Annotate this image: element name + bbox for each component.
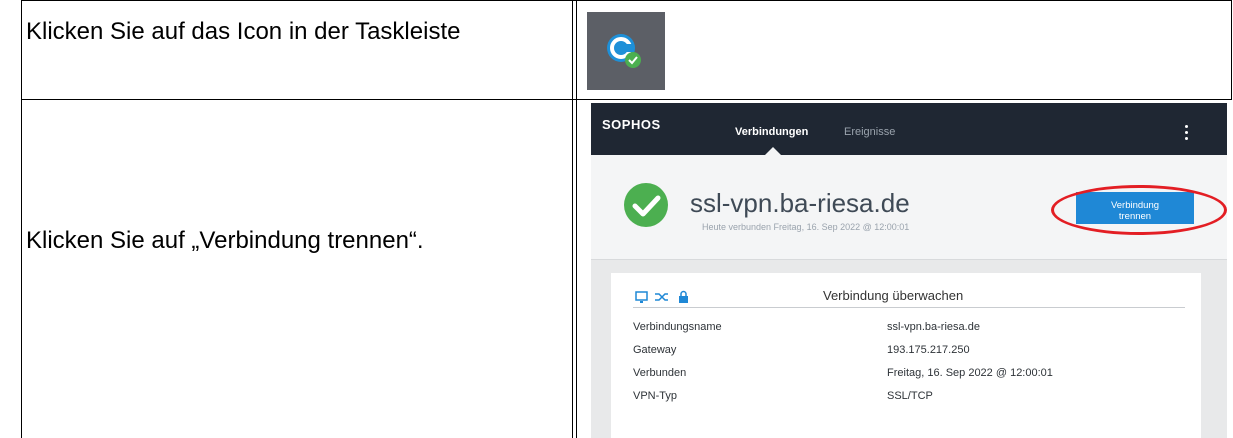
detail-label-gateway: Gateway (633, 344, 677, 356)
green-check-icon (624, 183, 668, 227)
taskbar-area (587, 12, 665, 90)
active-tab-indicator (765, 147, 781, 155)
sophos-logo: SOPHOS (602, 117, 661, 132)
sophos-connect-window: SOPHOS Verbindungen Ereignisse ssl-vpn.b… (591, 103, 1227, 438)
more-vertical-icon[interactable] (1185, 125, 1188, 143)
table-border-divider-2 (576, 0, 577, 438)
lock-icon (679, 290, 688, 303)
shuffle-icon (655, 293, 668, 301)
panel-icons (635, 290, 688, 303)
table-border-right (1231, 0, 1232, 100)
detail-value-connected: Freitag, 16. Sep 2022 @ 12:00:01 (887, 367, 1053, 379)
instruction-step-1: Klicken Sie auf das Icon in der Taskleis… (26, 18, 461, 45)
table-border-left (21, 0, 22, 438)
detail-value-gateway: 193.175.217.250 (887, 344, 970, 356)
sophos-connect-tray-icon[interactable] (603, 30, 647, 74)
monitor-title: Verbindung überwachen (823, 288, 964, 303)
app-header: SOPHOS Verbindungen Ereignisse (591, 103, 1227, 155)
connection-monitor-panel: Verbindung überwachen Verbindungsname ss… (611, 273, 1201, 438)
tab-verbindungen[interactable]: Verbindungen (735, 126, 808, 138)
detail-value-vpn-type: SSL/TCP (887, 390, 933, 402)
detail-label-vpn-type: VPN-Typ (633, 390, 678, 402)
detail-value-name: ssl-vpn.ba-riesa.de (887, 321, 980, 333)
table-border-top (21, 0, 1232, 1)
highlight-ellipse (1051, 185, 1227, 235)
detail-label-name: Verbindungsname (633, 321, 722, 333)
monitor-icon (635, 291, 648, 303)
instruction-step-2: Klicken Sie auf „Verbindung trennen“. (26, 227, 424, 254)
detail-label-connected: Verbunden (633, 367, 687, 379)
connection-summary: ssl-vpn.ba-riesa.de Heute verbunden Frei… (591, 155, 1227, 260)
tab-ereignisse[interactable]: Ereignisse (844, 126, 895, 138)
divider (633, 307, 1185, 308)
table-border-divider-1 (572, 0, 573, 438)
connection-status-line: Heute verbunden Freitag, 16. Sep 2022 @ … (702, 222, 910, 232)
table-border-middle (21, 99, 1232, 100)
connection-hostname: ssl-vpn.ba-riesa.de (690, 188, 910, 218)
